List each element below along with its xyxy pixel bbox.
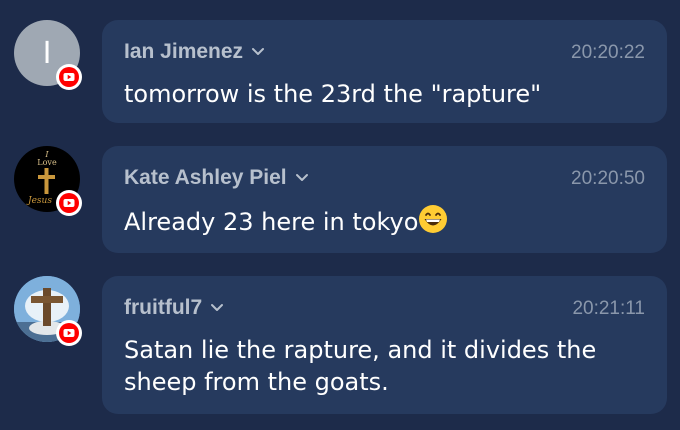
message-text: tomorrow is the 23rd the "rapture" — [124, 78, 645, 110]
message-text-content: Already 23 here in tokyo — [124, 208, 419, 236]
avatar-text-mid: Love — [37, 158, 57, 167]
timestamp: 20:20:22 — [571, 42, 645, 63]
message-bubble: Ian Jimenez 20:20:22 tomorrow is the 23r… — [102, 20, 667, 123]
message-text-content: tomorrow is the 23rd the "rapture" — [124, 80, 542, 108]
author-row[interactable]: Kate Ashley Piel — [124, 166, 309, 190]
avatar-wrap[interactable] — [14, 276, 82, 346]
chevron-down-icon[interactable] — [251, 47, 265, 57]
author-row[interactable]: Ian Jimenez — [124, 40, 265, 64]
youtube-icon — [56, 190, 82, 216]
avatar-wrap[interactable]: I — [14, 20, 82, 90]
timestamp: 20:20:50 — [571, 168, 645, 189]
author-name[interactable]: Ian Jimenez — [124, 40, 243, 64]
chevron-down-icon[interactable] — [210, 303, 224, 313]
chevron-down-icon[interactable] — [295, 173, 309, 183]
message-text-content: Satan lie the rapture, and it divides th… — [124, 336, 597, 396]
youtube-icon — [56, 320, 82, 346]
grinning-face-icon — [419, 205, 448, 233]
message-text: Already 23 here in tokyo — [124, 204, 645, 238]
timestamp: 20:21:11 — [572, 298, 645, 319]
message-bubble: Kate Ashley Piel 20:20:50 Already 23 her… — [102, 146, 667, 253]
avatar-wrap[interactable]: I Love Jesus — [14, 146, 82, 216]
message-text: Satan lie the rapture, and it divides th… — [124, 334, 645, 398]
author-row[interactable]: fruitful7 — [124, 296, 224, 320]
author-name[interactable]: fruitful7 — [124, 296, 202, 320]
message-bubble: fruitful7 20:21:11 Satan lie the rapture… — [102, 276, 667, 414]
author-name[interactable]: Kate Ashley Piel — [124, 166, 287, 190]
avatar-letter: I — [42, 35, 52, 71]
avatar-text-bottom: Jesus — [28, 196, 52, 206]
youtube-icon — [56, 64, 82, 90]
